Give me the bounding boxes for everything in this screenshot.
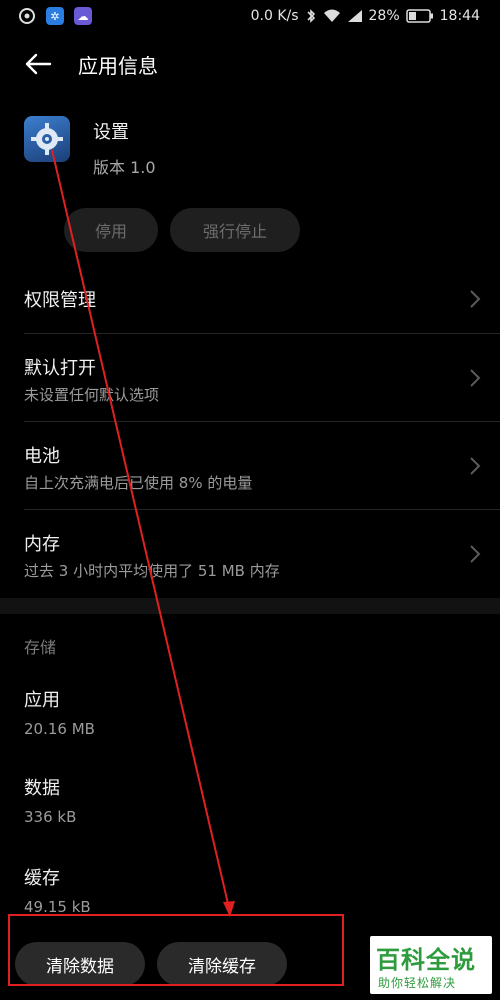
annotation-highlight-box xyxy=(8,914,344,986)
battery-percent: 28% xyxy=(368,8,400,24)
bluetooth-icon xyxy=(305,8,317,24)
list-item-title: 电池 xyxy=(24,446,60,467)
section-separator xyxy=(0,598,500,614)
app-info-section: 设置 版本 1.0 xyxy=(0,110,500,190)
list-item-subtitle: 未设置任何默认选项 xyxy=(24,386,160,404)
list-item-title: 权限管理 xyxy=(24,290,96,311)
settings-app-icon xyxy=(24,116,70,162)
app-action-buttons: 停用 强行停止 xyxy=(0,208,500,254)
chevron-right-icon xyxy=(470,545,481,563)
app-bar: 应用信息 xyxy=(0,32,500,96)
chevron-right-icon xyxy=(470,290,481,308)
cellular-signal-icon xyxy=(347,9,363,23)
weather-notification-icon: ☁ xyxy=(74,7,92,25)
default-open-item[interactable]: 默认打开 未设置任何默认选项 xyxy=(0,334,500,422)
storage-item-title: 应用 xyxy=(24,690,60,711)
status-bar: ✲ ☁ 0.0 K/s 28% 18:44 xyxy=(0,0,500,32)
watermark-logo: 百科全说 助你轻松解决 xyxy=(370,936,492,994)
clock: 18:44 xyxy=(439,8,480,24)
permissions-item[interactable]: 权限管理 xyxy=(0,258,500,334)
storage-item-value: 20.16 MB xyxy=(24,720,95,738)
storage-app-item: 应用 20.16 MB xyxy=(24,686,95,738)
page-title: 应用信息 xyxy=(78,54,158,78)
weibo-notification-icon xyxy=(18,7,36,25)
disable-button[interactable]: 停用 xyxy=(64,208,158,252)
battery-item[interactable]: 电池 自上次充满电后已使用 8% 的电量 xyxy=(0,422,500,510)
watermark-sub-text: 助你轻松解决 xyxy=(378,976,457,990)
force-stop-button[interactable]: 强行停止 xyxy=(170,208,300,252)
back-arrow-icon xyxy=(25,53,52,75)
list-item-title: 内存 xyxy=(24,534,60,555)
storage-section-header: 存储 xyxy=(24,638,57,657)
list-item-title: 默认打开 xyxy=(24,358,96,379)
chevron-right-icon xyxy=(470,457,481,475)
memory-item[interactable]: 内存 过去 3 小时内平均使用了 51 MB 内存 xyxy=(0,510,500,598)
battery-icon xyxy=(405,9,434,23)
storage-item-title: 缓存 xyxy=(24,868,60,889)
wifi-icon xyxy=(323,9,341,23)
watermark-main-text: 百科全说 xyxy=(376,946,476,974)
status-right-icons: 0.0 K/s 28% 18:44 xyxy=(251,8,500,24)
list-item-subtitle: 自上次充满电后已使用 8% 的电量 xyxy=(24,474,253,492)
chevron-right-icon xyxy=(470,369,481,387)
network-speed: 0.0 K/s xyxy=(250,8,299,24)
app-name: 设置 xyxy=(93,122,129,143)
storage-data-item: 数据 336 kB xyxy=(24,774,76,826)
list-item-subtitle: 过去 3 小时内平均使用了 51 MB 内存 xyxy=(24,562,280,580)
back-button[interactable] xyxy=(24,50,52,78)
storage-cache-item: 缓存 49.15 kB xyxy=(24,864,91,916)
gear-icon xyxy=(31,123,63,155)
app-version: 版本 1.0 xyxy=(93,158,156,177)
app-notification-icon: ✲ xyxy=(46,7,64,25)
storage-item-title: 数据 xyxy=(24,778,60,799)
storage-item-value: 336 kB xyxy=(24,808,77,826)
status-left-icons: ✲ ☁ xyxy=(0,7,92,25)
